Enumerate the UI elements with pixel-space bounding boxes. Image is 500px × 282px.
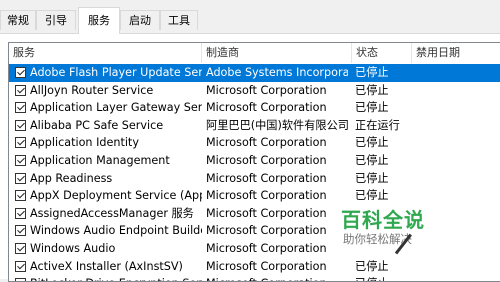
- service-status: 已停止: [355, 153, 389, 167]
- service-checkbox[interactable]: [15, 102, 26, 114]
- service-manufacturer: Microsoft Corporation: [206, 259, 327, 273]
- table-row[interactable]: Alibaba PC Safe Service 阿里巴巴(中国)软件有限公司 正在运…: [9, 117, 500, 135]
- table-row[interactable]: App Readiness Microsoft Corporation 已停止: [9, 170, 500, 188]
- service-manufacturer: Microsoft Corporation: [206, 224, 327, 238]
- tab-startup[interactable]: 启动: [120, 10, 160, 30]
- service-checkbox[interactable]: [15, 172, 26, 184]
- service-status: 已停止: [355, 136, 389, 150]
- table-row[interactable]: Application Management Microsoft Corporat…: [9, 152, 500, 170]
- service-checkbox[interactable]: [15, 67, 26, 78]
- service-manufacturer: Microsoft Corporation: [206, 83, 327, 97]
- service-name: Windows Audio Endpoint Builder: [30, 224, 202, 238]
- service-name: App Readiness: [30, 171, 113, 185]
- service-status: 已停止: [355, 171, 389, 185]
- service-status: 正在运行: [355, 118, 400, 132]
- service-manufacturer: Microsoft Corporation: [206, 171, 327, 185]
- column-header-disabled-date[interactable]: 禁用日期: [412, 43, 500, 63]
- service-name: AllJoyn Router Service: [30, 83, 154, 97]
- service-name: ActiveX Installer (AxInstSV): [30, 259, 183, 273]
- table-row[interactable]: AllJoyn Router Service Microsoft Corporat…: [9, 82, 500, 100]
- service-checkbox[interactable]: [15, 137, 26, 149]
- column-header-status[interactable]: 状态: [352, 43, 412, 63]
- service-checkbox[interactable]: [15, 154, 26, 166]
- service-status: 已停止: [355, 101, 389, 115]
- tab-general[interactable]: 常规: [0, 10, 36, 30]
- service-manufacturer: 阿里巴巴(中国)软件有限公司: [206, 118, 348, 132]
- service-manufacturer: Microsoft Corporation: [206, 189, 327, 203]
- service-name: Application Management: [30, 153, 170, 167]
- service-checkbox[interactable]: [15, 119, 26, 131]
- service-name: Application Layer Gateway Service: [30, 101, 202, 115]
- service-name: Adobe Flash Player Update Servi...: [30, 66, 202, 79]
- service-checkbox[interactable]: [15, 190, 26, 202]
- service-status: 已停止: [355, 83, 389, 97]
- tab-tools[interactable]: 工具: [160, 10, 198, 30]
- column-header-manufacturer[interactable]: 制造商: [202, 43, 352, 63]
- tab-boot[interactable]: 引导: [36, 10, 76, 30]
- service-checkbox[interactable]: [15, 225, 26, 237]
- service-checkbox[interactable]: [15, 242, 26, 254]
- service-checkbox[interactable]: [15, 207, 26, 219]
- service-manufacturer: Microsoft Corporation: [206, 136, 327, 150]
- service-status: 已停止: [355, 66, 389, 79]
- table-row[interactable]: ActiveX Installer (AxInstSV) Microsoft Co…: [9, 258, 500, 276]
- service-name: AppX Deployment Service (AppX...: [30, 189, 202, 203]
- column-header-row: 服务 制造商 状态 禁用日期: [9, 43, 500, 63]
- service-manufacturer: Microsoft Corporation: [206, 153, 327, 167]
- tab-strip: 常规 引导 服务 启动 工具: [0, 0, 500, 34]
- column-header-service[interactable]: 服务: [9, 43, 202, 63]
- service-manufacturer: Microsoft Corporation: [206, 241, 327, 255]
- watermark-title: 百科全说: [341, 208, 425, 232]
- service-checkbox[interactable]: [15, 260, 26, 272]
- service-manufacturer: Adobe Systems Incorporat...: [206, 66, 348, 79]
- service-name: Alibaba PC Safe Service: [30, 118, 164, 132]
- service-status: 已停止: [355, 259, 389, 273]
- table-row[interactable]: Application Identity Microsoft Corporatio…: [9, 134, 500, 152]
- service-name: Application Identity: [30, 136, 139, 150]
- table-row[interactable]: Application Layer Gateway Service Microso…: [9, 99, 500, 117]
- service-manufacturer: Microsoft Corporation: [206, 101, 327, 115]
- table-row[interactable]: Adobe Flash Player Update Servi... Adobe …: [9, 64, 500, 82]
- service-checkbox[interactable]: [15, 84, 26, 96]
- service-name: AssignedAccessManager 服务: [30, 206, 194, 220]
- service-manufacturer: Microsoft Corporation: [206, 206, 327, 220]
- tab-services[interactable]: 服务: [78, 7, 120, 34]
- service-name: Windows Audio: [30, 241, 116, 255]
